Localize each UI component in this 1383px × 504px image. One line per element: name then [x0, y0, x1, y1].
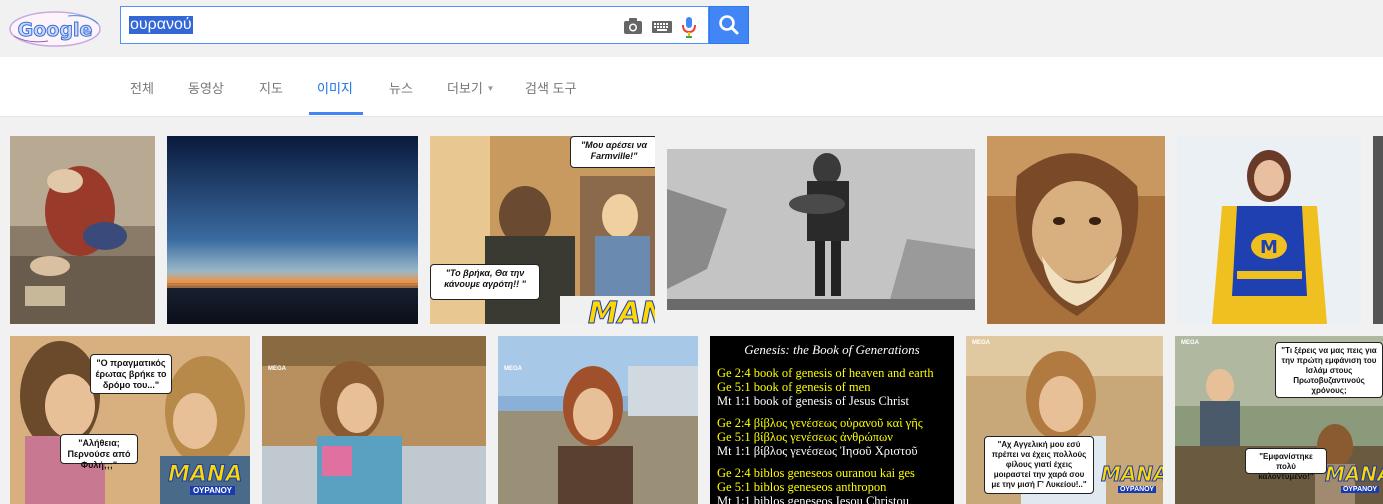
genesis-line: Ge 5:1 βίβλος γενέσεως ἀνθρώπων — [717, 430, 893, 444]
tab-search-tools[interactable]: 검색 도구 — [525, 78, 576, 97]
speech-bubble: "Αχ Αγγελική μου εσύ πρέπει να έχεις πολ… — [984, 436, 1094, 494]
genesis-title: Genesis: the Book of Generations — [744, 342, 920, 357]
search-icon — [719, 15, 739, 35]
tab-more-label: 더보기 — [447, 81, 483, 96]
google-logo[interactable]: Google — [8, 10, 102, 48]
image-result-woman-phone[interactable]: MEGA — [262, 336, 486, 504]
genesis-line: Ge 2:4 βίβλος γενέσεως οὐρανοῦ καὶ γῆς — [717, 416, 923, 430]
mana-logo-subtitle: ΟΥΡΑΝΟΥ — [1341, 486, 1380, 493]
camera-icon[interactable] — [623, 16, 643, 36]
image-result-fresco-prophet[interactable] — [987, 136, 1165, 324]
tab-all[interactable]: 전체 — [130, 78, 154, 97]
image-result-woman-outdoors[interactable]: MEGA — [498, 336, 698, 504]
speech-bubble: "Αλήθεια; Περνούσε από Φυλή;;;" — [60, 434, 138, 470]
search-tabs: 전체 동영상 지도 이미지 뉴스 더보기 ▼ 검색 도구 — [0, 57, 1383, 117]
channel-logo: MEGA — [1181, 340, 1199, 346]
speech-bubble: "Ο πραγματικός έρωτας βρήκε το δρόμο του… — [90, 354, 172, 394]
genesis-line: Ge 5:1 book of genesis of men — [717, 380, 871, 394]
channel-logo: MEGA — [504, 366, 522, 372]
image-result-tv-scene-smiling[interactable]: MEGA "Αχ Αγγελική μου εσύ πρέπει να έχει… — [966, 336, 1163, 504]
image-result-tv-scene-classroom[interactable]: MEGA "Τι ξέρεις να μας πεις για την πρώτ… — [1175, 336, 1383, 504]
microphone-icon[interactable] — [681, 16, 697, 38]
image-result-bw-boy[interactable] — [667, 149, 975, 310]
tab-images[interactable]: 이미지 — [317, 78, 353, 97]
search-button[interactable] — [709, 6, 749, 44]
image-result-partial[interactable] — [1373, 136, 1383, 324]
image-results-grid: "Μου αρέσει να Farmville!" "Το βρήκα, Θα… — [0, 117, 1383, 504]
mana-logo-subtitle: ΟΥΡΑΝΟΥ — [190, 486, 235, 495]
genesis-line: Ge 2:4 book of genesis of heaven and ear… — [717, 366, 934, 380]
tab-news[interactable]: 뉴스 — [389, 78, 413, 97]
genesis-line: Mt 1:1 βίβλος γενέσεως Ἰησοῦ Χριστοῦ — [717, 444, 918, 458]
mana-logo: MANA — [1101, 462, 1163, 487]
image-result-painting-angels[interactable] — [10, 136, 155, 324]
speech-bubble: "Τι ξέρεις να μας πεις για την πρώτη εμφ… — [1275, 342, 1383, 398]
mana-logo: MANA — [587, 296, 655, 325]
image-result-tv-scene-farmville[interactable]: "Μου αρέσει να Farmville!" "Το βρήκα, Θα… — [430, 136, 655, 324]
keyboard-icon[interactable] — [652, 16, 672, 36]
mana-logo: MANA — [167, 462, 243, 488]
active-tab-indicator — [309, 112, 363, 115]
speech-bubble: "Μου αρέσει να Farmville!" — [570, 136, 655, 168]
tab-maps[interactable]: 지도 — [259, 78, 283, 97]
hero-emblem-letter: M — [1260, 237, 1278, 258]
mana-logo: MANA — [1325, 462, 1383, 487]
genesis-line: Mt 1:1 book of genesis of Jesus Christ — [717, 394, 910, 408]
dropdown-arrow-icon: ▼ — [486, 84, 495, 93]
image-result-genesis-text[interactable]: Genesis: the Book of Generations Ge 2:4 … — [710, 336, 954, 504]
logo-text: Google — [18, 19, 93, 41]
channel-logo: MEGA — [972, 340, 990, 346]
image-result-superhero-woman[interactable]: M — [1177, 136, 1361, 324]
image-result-tv-scene-two-women[interactable]: "Ο πραγματικός έρωτας βρήκε το δρόμο του… — [10, 336, 250, 504]
genesis-line: Ge 2:4 biblos geneseos ouranou kai ges — [717, 466, 915, 480]
genesis-line: Ge 5:1 biblos geneseos anthropon — [717, 480, 887, 494]
search-input[interactable]: ουρανού — [129, 16, 193, 34]
genesis-line: Mt 1:1 biblos geneseos Iesou Christou — [717, 494, 910, 504]
channel-logo: MEGA — [268, 366, 286, 372]
tab-more[interactable]: 더보기 ▼ — [447, 78, 494, 97]
top-bar: Google ουρανού — [0, 0, 1383, 57]
image-result-sunset-sea[interactable] — [167, 136, 418, 324]
speech-bubble: "Εμφανίστηκε πολύ καλοντυμένο!" — [1245, 448, 1327, 481]
tab-videos[interactable]: 동영상 — [188, 78, 224, 97]
mana-logo-subtitle: ΟΥΡΑΝΟΥ — [1118, 486, 1157, 493]
speech-bubble: "Το βρήκα, Θα την κάνουμε αγρότη!! " — [430, 264, 540, 300]
search-box[interactable]: ουρανού — [120, 6, 709, 44]
